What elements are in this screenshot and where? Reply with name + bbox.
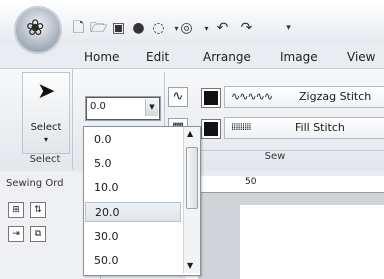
tab-image[interactable]: Image: [280, 50, 318, 66]
chevron-down-icon[interactable]: ▾: [198, 20, 215, 37]
dropdown-option[interactable]: 0.0: [85, 130, 181, 150]
circle-icon[interactable]: ◎: [178, 20, 195, 37]
tab-edit[interactable]: Edit: [146, 50, 169, 66]
select-group-label: Select: [29, 154, 61, 165]
line-color-swatch[interactable]: [201, 88, 221, 108]
fill-stitch-field[interactable]: ⁞⁞⁞⁞⁞⁞⁞⁞⁞ Fill Stitch: [224, 117, 384, 139]
customize-icon[interactable]: ▾: [280, 20, 297, 37]
horizontal-ruler: 50: [198, 176, 384, 193]
tab-arrange[interactable]: Arrange: [203, 50, 251, 66]
zigzag-pattern-icon: ∿∿∿∿∿: [231, 90, 273, 103]
dropdown-scrollbar[interactable]: ▲ ▼: [183, 127, 200, 273]
tab-home[interactable]: Home: [84, 50, 119, 66]
flower-logo-icon: ❀: [26, 16, 45, 41]
new-file-icon[interactable]: 🗋: [70, 20, 87, 37]
redo-icon[interactable]: ↷: [238, 20, 255, 37]
undo-icon[interactable]: ↶: [214, 20, 231, 37]
dropdown-option[interactable]: 5.0: [85, 154, 181, 174]
move-icon[interactable]: ⇥: [8, 226, 24, 242]
value-combobox[interactable]: 0.0 ▼: [85, 96, 161, 121]
zigzag-stitch-label: Zigzag Stitch: [299, 90, 372, 103]
select-button-label: Select: [30, 122, 62, 133]
value-dropdown-list: 0.0 5.0 10.0 20.0 30.0 50.0 ▲ ▼: [83, 126, 201, 276]
dropdown-option[interactable]: 30.0: [85, 227, 181, 247]
fill-pattern-icon: ⁞⁞⁞⁞⁞⁞⁞⁞⁞: [231, 122, 252, 133]
copy-icon[interactable]: ⧉: [30, 226, 46, 242]
reorder-icon[interactable]: ⇅: [30, 202, 46, 218]
combobox-value: 0.0: [90, 101, 106, 112]
select-button[interactable]: ➤ Select ▾: [22, 72, 70, 154]
fill-color-swatch[interactable]: [201, 119, 221, 139]
open-folder-icon[interactable]: 🗁: [90, 20, 107, 37]
tab-view[interactable]: View: [347, 50, 375, 66]
chevron-down-icon[interactable]: ▼: [145, 99, 158, 116]
zigzag-stitch-field[interactable]: ∿∿∿∿∿ Zigzag Stitch: [224, 86, 384, 108]
design-page[interactable]: [240, 205, 384, 279]
scroll-down-icon[interactable]: ▼: [187, 261, 193, 270]
application-button[interactable]: ❀: [14, 6, 62, 54]
sewing-order-title: Sewing Ord: [6, 178, 64, 189]
dropdown-option[interactable]: 10.0: [85, 178, 181, 198]
dotted-circle-icon[interactable]: ◌: [150, 20, 167, 37]
save-icon[interactable]: ▣: [110, 20, 127, 37]
line-sew-icon[interactable]: ∿: [168, 87, 188, 107]
chevron-down-icon: ▾: [43, 135, 48, 144]
pointer-arrow-icon: ➤: [37, 79, 56, 104]
record-icon[interactable]: ●: [130, 20, 147, 37]
fill-stitch-label: Fill Stitch: [295, 121, 345, 134]
scrollbar-thumb[interactable]: [186, 147, 198, 209]
dropdown-option-selected[interactable]: 20.0: [85, 202, 181, 222]
grid-icon[interactable]: ⊞: [8, 202, 24, 218]
dropdown-option[interactable]: 50.0: [85, 251, 181, 271]
scroll-up-icon[interactable]: ▲: [187, 129, 193, 138]
ruler-mark: 50: [245, 177, 257, 187]
design-canvas[interactable]: [198, 193, 384, 279]
